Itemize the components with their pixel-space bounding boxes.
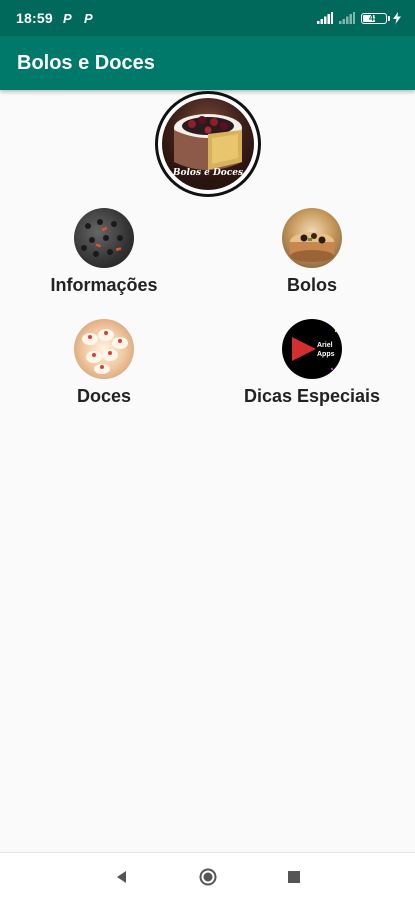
menu-item-informacoes[interactable]: Informações <box>14 208 194 296</box>
menu-label-bolos: Bolos <box>286 275 337 295</box>
signal-weak-icon <box>339 12 355 24</box>
system-nav-bar <box>0 852 415 900</box>
app-bar: Bolos e Doces <box>0 36 415 90</box>
signal-icon <box>317 12 333 24</box>
menu-item-dicas-especiais[interactable]: Ariel Apps Dicas Especiais <box>222 319 402 407</box>
menu-label-informacoes: Informações <box>50 275 158 295</box>
bolos-icon <box>282 208 342 268</box>
menu-label-dicas-especiais: Dicas Especiais <box>243 386 381 406</box>
status-bar: 18:59 P P 48 <box>0 0 415 36</box>
informacoes-icon <box>74 208 134 268</box>
doces-icon <box>74 319 134 379</box>
app-title: Bolos e Doces <box>17 51 155 74</box>
notification-p-icon: P <box>62 10 72 26</box>
dicas-especiais-icon: Ariel Apps <box>282 319 342 379</box>
status-time: 18:59 <box>16 10 53 26</box>
back-icon[interactable] <box>112 867 132 887</box>
menu-item-bolos[interactable]: Bolos <box>222 208 402 296</box>
logo-caption: Bolos e Doces <box>172 168 244 178</box>
menu-item-doces[interactable]: Doces <box>14 319 194 407</box>
dicas-logo-line2: Apps <box>317 351 335 358</box>
notification-p-icon-2: P <box>83 10 93 26</box>
battery-icon: 48 <box>361 12 390 24</box>
home-icon[interactable] <box>198 867 218 887</box>
charging-bolt-icon <box>393 12 401 24</box>
dicas-logo-line1: Ariel <box>317 342 333 349</box>
menu-label-doces: Doces <box>76 386 132 406</box>
cake-image: Bolos e Doces <box>162 98 254 190</box>
app-logo: Bolos e Doces <box>155 91 261 197</box>
battery-level: 48 <box>368 13 379 23</box>
recents-icon[interactable] <box>284 867 304 887</box>
